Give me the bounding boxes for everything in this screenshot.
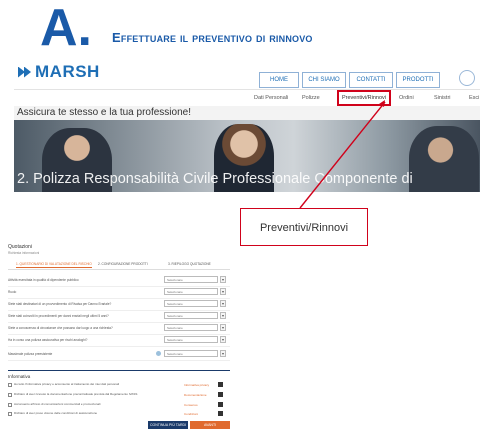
chevron-down-icon[interactable]: [220, 312, 226, 319]
form-title: Quotazioni: [8, 244, 32, 250]
answer-select[interactable]: Selezionare: [164, 276, 218, 283]
answer-select[interactable]: Selezionare: [164, 300, 218, 307]
question-row: Attività esercitata in qualità di dipend…: [8, 275, 230, 287]
question-row: Massimale polizza preesistente Seleziona…: [8, 349, 230, 361]
question-row: Siete stati coinvolti in procedimenti pe…: [8, 311, 230, 323]
consent-label: Dichiaro di aver ricevuto la documentazi…: [14, 392, 138, 396]
answer-select[interactable]: Selezionare: [164, 288, 218, 295]
consent-link[interactable]: Condizioni: [184, 412, 198, 416]
consent-link[interactable]: Documentazione: [184, 393, 207, 397]
account-subnav: Dati Personali Polizze Preventivi/Rinnov…: [14, 89, 480, 106]
question-row: Ha in corso una polizza assicurativa per…: [8, 335, 230, 347]
question-label: Siete stati coinvolti in procedimenti pe…: [8, 314, 109, 318]
marsh-logo[interactable]: MARSH: [18, 62, 100, 82]
subnav-ordini[interactable]: Ordini: [399, 95, 414, 101]
document-icon[interactable]: [218, 382, 223, 387]
answer-select[interactable]: Selezionare: [164, 350, 218, 357]
chevron-down-icon[interactable]: [220, 350, 226, 357]
consent-link[interactable]: Informativa privacy: [184, 383, 209, 387]
form-tabs: 1. QUESTIONARIO DI VALUTAZIONE DEL RISCH…: [8, 260, 230, 270]
tab-questionario[interactable]: 1. QUESTIONARIO DI VALUTAZIONE DEL RISCH…: [16, 262, 92, 268]
question-label: Siete stati destinatari di un provvedime…: [8, 302, 112, 306]
consent-link[interactable]: Consenso: [184, 403, 198, 407]
info-icon[interactable]: [156, 351, 161, 356]
marsh-logo-icon: [18, 66, 32, 78]
consent-row: Dichiaro di aver preso visione delle con…: [8, 411, 230, 419]
info-section-title: Informativa: [8, 374, 31, 379]
chevron-down-icon[interactable]: [220, 336, 226, 343]
section-title: Effettuare il preventivo di rinnovo: [112, 30, 313, 45]
marsh-logo-text: MARSH: [35, 62, 100, 81]
nav-home[interactable]: HOME: [259, 72, 299, 88]
question-label: Siete a conoscenza di circostanze che po…: [8, 326, 113, 330]
chevron-down-icon[interactable]: [220, 324, 226, 331]
subnav-polizze[interactable]: Polizze: [302, 95, 320, 101]
consent-checkbox[interactable]: [8, 403, 12, 407]
consent-checkbox[interactable]: [8, 383, 12, 387]
subnav-preventivi-rinnovi[interactable]: Preventivi/Rinnovi: [337, 90, 392, 106]
form-subtitle: Richiesta informazioni: [8, 251, 40, 255]
document-icon[interactable]: [218, 402, 223, 407]
question-label: Attività esercitata in qualità di dipend…: [8, 278, 79, 282]
tab-configurazione[interactable]: 2. CONFIGURAZIONE PRODOTTI: [98, 262, 148, 266]
document-icon[interactable]: [218, 392, 223, 397]
question-label: Massimale polizza preesistente: [8, 352, 53, 356]
hero-title: 2. Polizza Responsabilità Civile Profess…: [17, 171, 413, 187]
answer-select[interactable]: Selezionare: [164, 312, 218, 319]
consent-row: Acconsento all'invio di comunicazioni co…: [8, 402, 230, 410]
preventivi-callout: Preventivi/Rinnovi: [240, 208, 368, 246]
nav-prodotti[interactable]: PRODOTTI: [396, 72, 440, 88]
question-row: Siete a conoscenza di circostanze che po…: [8, 323, 230, 335]
question-label: Ha in corso una polizza assicurativa per…: [8, 338, 88, 342]
section-letter: A.: [40, 0, 92, 57]
question-row: Siete stati destinatari di un provvedime…: [8, 299, 230, 311]
consent-checkbox[interactable]: [8, 412, 12, 416]
user-avatar-icon[interactable]: [459, 70, 475, 86]
top-navigation: HOME CHI SIAMO CONTATTI PRODOTTI: [259, 72, 440, 88]
nav-chi-siamo[interactable]: CHI SIAMO: [302, 72, 346, 88]
subnav-esci[interactable]: Esci: [469, 95, 479, 101]
site-tagline: Assicura te stesso e la tua professione!: [14, 106, 480, 120]
question-row: Ruolo Selezionare: [8, 287, 230, 299]
document-icon[interactable]: [218, 411, 223, 416]
consent-label: Ho letto l'informativa privacy e acconse…: [14, 382, 120, 386]
quotation-form-screenshot: Quotazioni Richiesta informazioni 1. QUE…: [8, 240, 230, 430]
consent-label: Acconsento all'invio di comunicazioni co…: [14, 402, 101, 406]
chevron-down-icon[interactable]: [220, 288, 226, 295]
chevron-down-icon[interactable]: [220, 276, 226, 283]
consent-row: Ho letto l'informativa privacy e acconse…: [8, 382, 230, 390]
section-divider: [8, 370, 230, 371]
tab-riepilogo[interactable]: 3. RIEPILOGO QUOTAZIONE: [168, 262, 211, 266]
consent-checkbox[interactable]: [8, 393, 12, 397]
nav-contatti[interactable]: CONTATTI: [349, 72, 393, 88]
subnav-dati-personali[interactable]: Dati Personali: [254, 95, 288, 101]
answer-select[interactable]: Selezionare: [164, 336, 218, 343]
question-label: Ruolo: [8, 290, 17, 294]
hero-banner: 2. Polizza Responsabilità Civile Profess…: [14, 120, 480, 192]
chevron-down-icon[interactable]: [220, 300, 226, 307]
website-screenshot: MARSH HOME CHI SIAMO CONTATTI PRODOTTI D…: [14, 62, 480, 192]
consent-label: Dichiaro di aver preso visione delle con…: [14, 411, 98, 415]
subnav-sinistri[interactable]: Sinistri: [434, 95, 451, 101]
hero-person-image: [409, 126, 479, 192]
consent-row: Dichiaro di aver ricevuto la documentazi…: [8, 392, 230, 400]
answer-select[interactable]: Selezionare: [164, 324, 218, 331]
